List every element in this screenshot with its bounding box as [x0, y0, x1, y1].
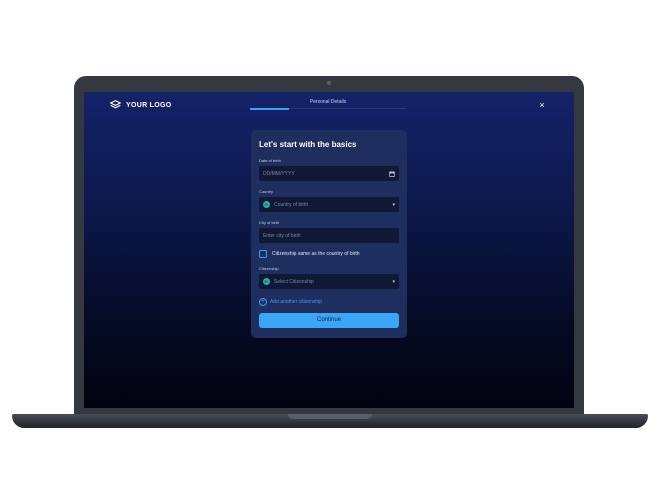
- laptop-lid: YOUR LOGO Personal Details × Let's start…: [74, 76, 584, 416]
- city-of-birth-placeholder: Enter city of birth: [263, 232, 301, 239]
- globe-flag-icon: [263, 278, 270, 285]
- country-label: Country: [259, 189, 274, 194]
- camera: [327, 81, 331, 85]
- globe-flag-icon: [263, 201, 270, 208]
- step-label: Personal Details: [309, 99, 347, 105]
- country-placeholder: Country of birth: [274, 201, 309, 208]
- chevron-down-icon: ▾: [392, 201, 395, 208]
- calendar-icon[interactable]: [389, 170, 395, 177]
- city-of-birth-label: City of birth: [259, 220, 280, 225]
- plus-circle-icon: +: [259, 298, 267, 306]
- laptop-base: [12, 414, 648, 428]
- city-of-birth-input[interactable]: Enter city of birth: [259, 228, 399, 243]
- country-select[interactable]: Country of birth ▾: [259, 197, 399, 212]
- add-citizenship-link[interactable]: + Add another citizenship: [259, 298, 399, 306]
- add-citizenship-label: Add another citizenship: [270, 299, 322, 305]
- cube-logo-icon: [110, 100, 121, 110]
- citizenship-placeholder: Select Citizenship: [274, 278, 314, 285]
- citizenship-label: Citizenship: [259, 266, 279, 271]
- basics-form-card: Let's start with the basics Date of birt…: [251, 130, 407, 338]
- logo-text: YOUR LOGO: [126, 101, 172, 109]
- progress-fill: [250, 108, 289, 110]
- close-icon[interactable]: ×: [536, 99, 548, 111]
- app-screen: YOUR LOGO Personal Details × Let's start…: [84, 92, 574, 408]
- step-indicator: Personal Details: [250, 99, 406, 110]
- chevron-down-icon: ▾: [392, 278, 395, 285]
- citizenship-same-row[interactable]: Citizenship same as the country of birth: [259, 250, 399, 258]
- citizenship-same-checkbox[interactable]: [259, 250, 267, 258]
- date-of-birth-placeholder: DD/MM/YYYY: [263, 170, 295, 177]
- brand-logo[interactable]: YOUR LOGO: [110, 100, 171, 110]
- date-of-birth-label: Date of birth: [259, 158, 281, 163]
- date-of-birth-input[interactable]: DD/MM/YYYY: [259, 166, 399, 181]
- laptop-notch: [288, 414, 372, 419]
- citizenship-same-label[interactable]: Citizenship same as the country of birth: [272, 251, 360, 257]
- laptop-mockup: YOUR LOGO Personal Details × Let's start…: [0, 0, 660, 485]
- continue-button[interactable]: Continue: [259, 313, 399, 328]
- progress-track: [250, 108, 406, 110]
- form-title: Let's start with the basics: [259, 140, 357, 149]
- citizenship-select[interactable]: Select Citizenship ▾: [259, 274, 399, 289]
